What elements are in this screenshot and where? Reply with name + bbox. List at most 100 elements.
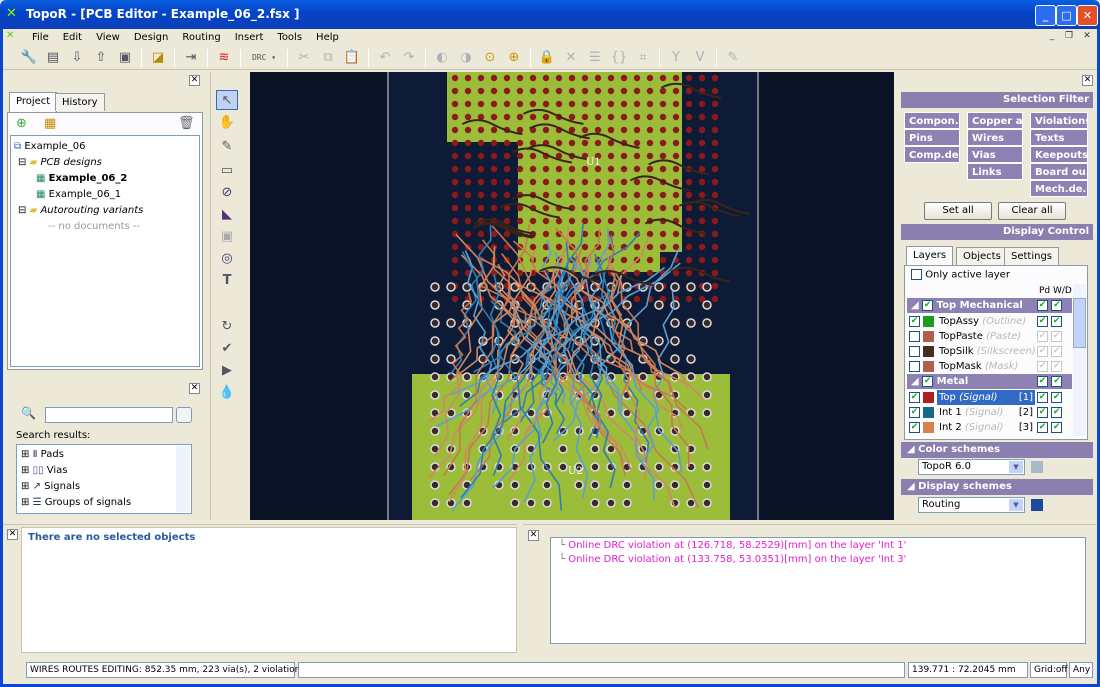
drc-dropdown[interactable]: DRC ▾ [246, 48, 282, 68]
cut-icon[interactable]: ✂ [293, 48, 315, 68]
result-groups[interactable]: ⊞ ☰ Groups of signals [21, 495, 187, 511]
exit-icon[interactable]: ⇥ [180, 48, 202, 68]
doc-minimize-button[interactable]: _ [1045, 31, 1059, 44]
zoom-fit-icon[interactable]: ⊕ [503, 48, 525, 68]
drop-icon[interactable]: 💧 [216, 382, 238, 402]
save-scheme-icon[interactable] [1031, 461, 1043, 473]
message-item[interactable]: └ Online DRC violation at (133.758, 53.0… [559, 554, 1077, 568]
wrench-icon[interactable]: 🔧 [18, 48, 40, 68]
color-schemes-header[interactable]: ◢ Color schemes [901, 442, 1093, 458]
message-item[interactable]: └ Online DRC violation at (126.718, 58.2… [559, 540, 1077, 554]
group-visible-checkbox[interactable]: ✔ [922, 375, 934, 387]
layer-visible-checkbox[interactable]: ✔ [909, 406, 920, 418]
menu-routing[interactable]: Routing [175, 32, 227, 43]
zoom-prev-icon[interactable]: ◐ [431, 48, 453, 68]
run-icon[interactable]: ▶ [216, 360, 238, 380]
properties-icon[interactable]: ▤ [42, 48, 64, 68]
status-snap[interactable]: Any [1069, 662, 1093, 678]
close-right-panel-button[interactable]: ✕ [1082, 75, 1093, 86]
selection-filter-header[interactable]: Selection Filter [901, 92, 1093, 108]
filter-vias[interactable]: Vias [967, 146, 1023, 163]
color-scheme-select[interactable]: TopoR 6.0 ▼ [918, 459, 1025, 475]
menu-help[interactable]: Help [309, 32, 346, 43]
menu-file[interactable]: File [25, 32, 56, 43]
menu-edit[interactable]: Edit [56, 32, 89, 43]
layer-row[interactable]: TopPaste (Paste) ✔ ✔ [907, 329, 1072, 344]
tab-layers[interactable]: Layers [906, 246, 954, 266]
save-display-scheme-icon[interactable] [1031, 499, 1043, 511]
clear-all-button[interactable]: Clear all [998, 202, 1066, 220]
select-tool-icon[interactable]: ↖ [216, 90, 238, 110]
tree-root[interactable]: ⧉ Example_06 [14, 139, 196, 155]
connections-icon[interactable]: ⌗ [632, 48, 654, 68]
fanout-icon[interactable]: Y [665, 48, 687, 68]
filter-wires[interactable]: Wires [967, 129, 1023, 146]
pd-checkbox[interactable]: ✔ [1037, 406, 1048, 418]
filter-compon[interactable]: Compon... [904, 112, 960, 129]
layer-color-swatch[interactable] [923, 330, 934, 342]
edit-icon[interactable]: ✎ [722, 48, 744, 68]
layer-visible-checkbox[interactable]: ✔ [909, 315, 920, 327]
tab-settings[interactable]: Settings [1004, 247, 1060, 265]
layer-row[interactable]: ✔ Int 1 (Signal) [2] ✔ ✔ [907, 405, 1072, 420]
tab-project[interactable]: Project [9, 92, 58, 112]
tab-history[interactable]: History [55, 93, 105, 111]
close-messages-panel-button[interactable]: ✕ [528, 530, 539, 541]
layer-row[interactable]: ✔ Int 2 (Signal) [3] ✔ ✔ [907, 420, 1072, 435]
wd-checkbox[interactable]: ✔ [1051, 299, 1063, 311]
layer-color-swatch[interactable] [923, 406, 934, 418]
new-design-icon[interactable]: ⊕ [16, 116, 27, 131]
pd-checkbox[interactable]: ✔ [1037, 330, 1048, 342]
status-grid[interactable]: Grid:off [1030, 662, 1068, 678]
layer-visible-checkbox[interactable] [909, 330, 920, 342]
layer-color-swatch[interactable] [923, 360, 934, 372]
polygon-tool-icon[interactable]: ◣ [216, 204, 238, 224]
signal-icon[interactable]: {} [608, 48, 630, 68]
wd-checkbox[interactable]: ✔ [1051, 315, 1063, 327]
search-input[interactable] [45, 407, 173, 423]
layer-row[interactable]: ✔ Top (Signal) [1] ✔ ✔ [907, 390, 1072, 405]
layer-color-swatch[interactable] [923, 421, 934, 433]
menu-design[interactable]: Design [127, 32, 176, 43]
layer-color-swatch[interactable] [923, 345, 934, 357]
wire-tool-icon[interactable]: ✎ [216, 136, 238, 156]
pd-checkbox[interactable]: ✔ [1037, 345, 1048, 357]
wd-checkbox[interactable]: ✔ [1051, 406, 1063, 418]
filter-texts[interactable]: Texts [1030, 129, 1088, 146]
filter-pins[interactable]: Pins [904, 129, 960, 146]
wd-checkbox[interactable]: ✔ [1051, 345, 1063, 357]
result-signals[interactable]: ⊞ ↗ Signals [21, 479, 187, 495]
close-button[interactable]: ✕ [1077, 5, 1098, 26]
pcb-canvas[interactable]: U1 U2 [250, 72, 894, 520]
minimize-button[interactable]: _ [1035, 5, 1056, 26]
filter-copper-a[interactable]: Copper a... [967, 112, 1023, 129]
topor-route-icon[interactable]: ≋ [213, 48, 235, 68]
wd-checkbox[interactable]: ✔ [1051, 360, 1063, 372]
open-design-icon[interactable]: ▦ [44, 116, 56, 131]
wd-checkbox[interactable]: ✔ [1051, 391, 1063, 403]
pd-checkbox[interactable]: ✔ [1037, 391, 1048, 403]
wd-checkbox[interactable]: ✔ [1051, 421, 1063, 433]
only-active-layer-checkbox[interactable]: Only active layer [911, 269, 1010, 281]
layer-visible-checkbox[interactable]: ✔ [909, 421, 920, 433]
expand-icon[interactable]: ◢ [907, 376, 919, 387]
fanout2-icon[interactable]: V [689, 48, 711, 68]
zoom-icon[interactable]: ⊙ [479, 48, 501, 68]
rectangle-tool-icon[interactable]: ▭ [216, 160, 238, 180]
layer-visible-checkbox[interactable]: ✔ [909, 391, 920, 403]
align-icon[interactable]: ☰ [584, 48, 606, 68]
import-icon[interactable]: ⇩ [66, 48, 88, 68]
group-visible-checkbox[interactable]: ✔ [922, 299, 934, 311]
pd-checkbox[interactable]: ✔ [1037, 360, 1048, 372]
search-results-scrollbar[interactable] [176, 446, 190, 512]
export-icon[interactable]: ⇧ [90, 48, 112, 68]
wd-checkbox[interactable]: ✔ [1051, 375, 1063, 387]
lock-icon[interactable]: 🔒 [536, 48, 558, 68]
pan-tool-icon[interactable]: ✋ [216, 112, 238, 132]
close-search-panel-button[interactable]: ✕ [189, 383, 200, 394]
menu-tools[interactable]: Tools [270, 32, 309, 43]
result-pads[interactable]: ⊞ Ⅱ Pads [21, 447, 187, 463]
close-selection-panel-button[interactable]: ✕ [7, 529, 18, 540]
refresh-icon[interactable]: ↻ [216, 316, 238, 336]
doc-restore-button[interactable]: ❐ [1062, 31, 1076, 44]
